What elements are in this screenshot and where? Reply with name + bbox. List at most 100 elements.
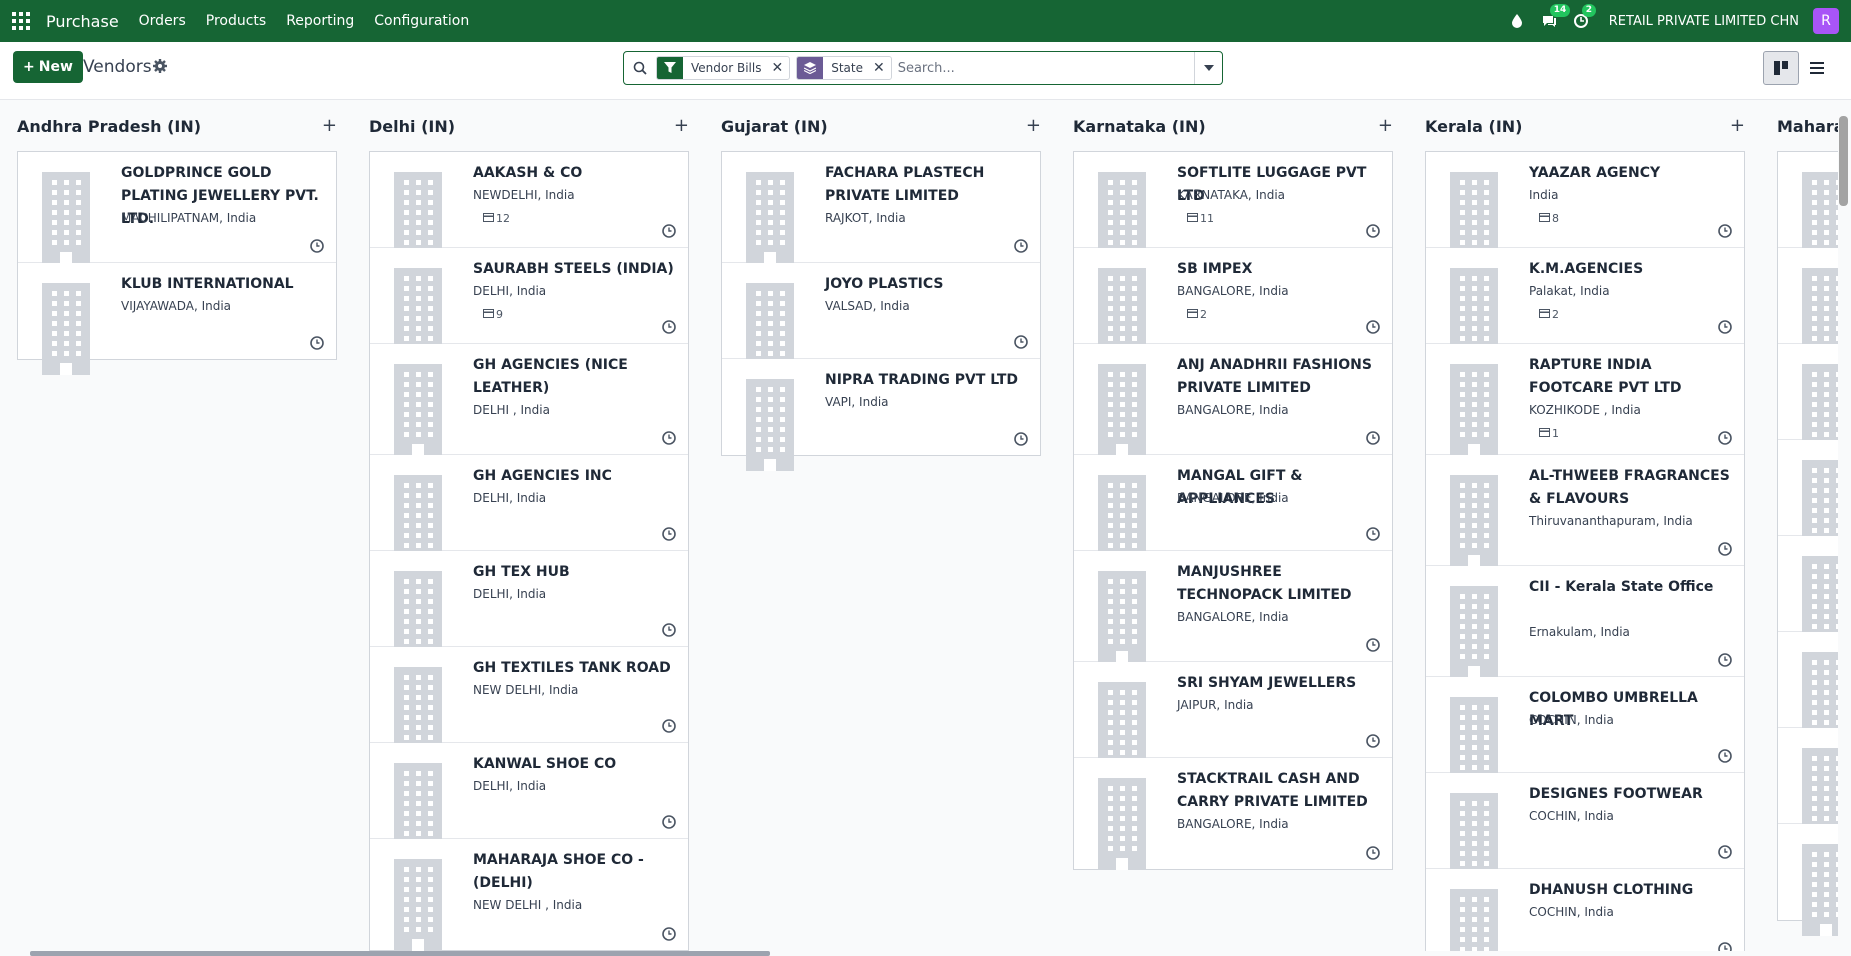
column-header[interactable]: Delhi (IN) + xyxy=(369,115,689,139)
activity-clock-icon[interactable] xyxy=(1718,941,1732,951)
vendor-card[interactable] xyxy=(1778,536,1838,648)
vendor-card[interactable] xyxy=(1778,824,1838,936)
activity-clock-icon[interactable] xyxy=(1366,526,1380,541)
messages-icon[interactable]: 14 xyxy=(1541,4,1571,29)
activity-clock-icon[interactable] xyxy=(662,814,676,829)
quick-create-plus-icon[interactable]: + xyxy=(1378,115,1393,136)
vendor-card[interactable]: SB IMPEX BANGALORE, India 2 xyxy=(1074,248,1392,360)
quick-create-plus-icon[interactable]: + xyxy=(1730,115,1745,136)
vendor-card[interactable]: KANWAL SHOE CO DELHI, India xyxy=(370,743,688,855)
vendor-card[interactable]: COLOMBO UMBRELLA MART COCHIN, India xyxy=(1426,677,1744,789)
kanban-view-icon[interactable] xyxy=(1763,51,1799,85)
activity-clock-icon[interactable] xyxy=(1014,238,1028,253)
vendor-card[interactable]: FACHARA PLASTECH PRIVATE LIMITED RAJKOT, … xyxy=(722,152,1040,264)
vendor-bills-count[interactable]: 9 xyxy=(483,308,503,321)
horizontal-scrollbar[interactable] xyxy=(30,951,770,956)
vendor-card[interactable]: MAHARAJA SHOE CO - (DELHI) NEW DELHI , In… xyxy=(370,839,688,951)
menu-configuration[interactable]: Configuration xyxy=(364,0,479,42)
quick-create-plus-icon[interactable]: + xyxy=(674,115,689,136)
vendor-card[interactable]: JOYO PLASTICS VALSAD, India xyxy=(722,263,1040,375)
vendor-card[interactable]: RAPTURE INDIA FOOTCARE PVT LTD KOZHIKODE … xyxy=(1426,344,1744,456)
vendor-card[interactable] xyxy=(1778,632,1838,744)
search-icon[interactable] xyxy=(624,61,656,75)
vendor-card[interactable]: ANJ ANADHRII FASHIONS PRIVATE LIMITED BAN… xyxy=(1074,344,1392,456)
activity-clock-icon[interactable] xyxy=(1366,319,1380,334)
activities-clock-icon[interactable]: 2 xyxy=(1573,4,1597,29)
activity-clock-icon[interactable] xyxy=(1718,430,1732,445)
activity-clock-icon[interactable] xyxy=(1366,733,1380,748)
vendor-card[interactable] xyxy=(1778,344,1838,456)
activity-clock-icon[interactable] xyxy=(310,238,324,253)
vendor-card[interactable]: GH TEXTILES TANK ROAD NEW DELHI, India xyxy=(370,647,688,759)
app-brand[interactable]: Purchase xyxy=(46,12,119,31)
vendor-card[interactable]: GH AGENCIES INC DELHI, India xyxy=(370,455,688,567)
vendor-card[interactable]: K.M.AGENCIES Palakat, India 2 xyxy=(1426,248,1744,360)
page-title[interactable]: Vendors xyxy=(83,57,152,77)
activity-clock-icon[interactable] xyxy=(662,319,676,334)
activity-clock-icon[interactable] xyxy=(1366,223,1380,238)
column-header[interactable]: Kerala (IN) + xyxy=(1425,115,1745,139)
vendor-card[interactable]: MANGAL GIFT & APPLIANCES BANGALORE, India xyxy=(1074,455,1392,567)
activity-clock-icon[interactable] xyxy=(1014,431,1028,446)
column-header[interactable]: Karnataka (IN) + xyxy=(1073,115,1393,139)
activity-clock-icon[interactable] xyxy=(662,526,676,541)
vendor-card[interactable]: MANJUSHREE TECHNOPACK LIMITED BANGALORE, … xyxy=(1074,551,1392,663)
quick-create-plus-icon[interactable]: + xyxy=(1026,115,1041,136)
chevron-down-icon[interactable] xyxy=(1194,52,1222,84)
column-header[interactable]: Andhra Pradesh (IN) + xyxy=(17,115,337,139)
vendor-card[interactable]: KLUB INTERNATIONAL VIJAYAWADA, India xyxy=(18,263,336,375)
list-view-icon[interactable] xyxy=(1799,51,1835,85)
new-button[interactable]: + New xyxy=(13,51,83,83)
activity-clock-icon[interactable] xyxy=(662,718,676,733)
vendor-card[interactable]: SRI SHYAM JEWELLERS JAIPUR, India xyxy=(1074,662,1392,774)
vendor-bills-count[interactable]: 12 xyxy=(483,212,510,225)
activity-clock-icon[interactable] xyxy=(1014,334,1028,349)
company-switcher[interactable]: RETAIL PRIVATE LIMITED CHN xyxy=(1609,14,1799,29)
search-input[interactable] xyxy=(897,53,1194,83)
activity-clock-icon[interactable] xyxy=(310,335,324,350)
activity-clock-icon[interactable] xyxy=(662,223,676,238)
vendor-card[interactable]: GH AGENCIES (NICE LEATHER) DELHI , India xyxy=(370,344,688,456)
menu-orders[interactable]: Orders xyxy=(129,0,196,42)
vendor-bills-count[interactable]: 11 xyxy=(1187,212,1214,225)
vendor-bills-count[interactable]: 2 xyxy=(1187,308,1207,321)
vendor-card[interactable]: STACKTRAIL CASH AND CARRY PRIVATE LIMITE… xyxy=(1074,758,1392,870)
vendor-bills-count[interactable]: 2 xyxy=(1539,308,1559,321)
quick-create-plus-icon[interactable]: + xyxy=(322,115,337,136)
vendor-card[interactable] xyxy=(1778,152,1838,264)
vendor-card[interactable] xyxy=(1778,728,1838,840)
vendor-card[interactable]: SOFTLITE LUGGAGE PVT LTD KARNATAKA, India… xyxy=(1074,152,1392,264)
vendor-card[interactable] xyxy=(1778,248,1838,360)
gear-icon[interactable] xyxy=(152,58,168,74)
activity-clock-icon[interactable] xyxy=(1718,844,1732,859)
vendor-card[interactable]: AL-THWEEB FRAGRANCES & FLAVOURS Thiruvana… xyxy=(1426,455,1744,567)
vendor-bills-count[interactable]: 8 xyxy=(1539,212,1559,225)
remove-facet-icon[interactable]: ✕ xyxy=(767,60,789,76)
activity-clock-icon[interactable] xyxy=(1718,748,1732,763)
vendor-bills-count[interactable]: 1 xyxy=(1539,427,1559,440)
remove-facet-icon[interactable]: ✕ xyxy=(869,60,891,76)
vendor-card[interactable]: CII - Kerala State Office Ernakulam, Indi… xyxy=(1426,566,1744,678)
activity-clock-icon[interactable] xyxy=(1718,319,1732,334)
vendor-card[interactable]: GH TEX HUB DELHI, India xyxy=(370,551,688,663)
vendor-card[interactable]: GOLDPRINCE GOLD PLATING JEWELLERY PVT. L… xyxy=(18,152,336,264)
activity-clock-icon[interactable] xyxy=(1366,430,1380,445)
column-header[interactable]: Mahara xyxy=(1777,115,1838,139)
activity-clock-icon[interactable] xyxy=(662,926,676,941)
activity-clock-icon[interactable] xyxy=(1718,223,1732,238)
vendor-card[interactable]: DESIGNES FOOTWEAR COCHIN, India xyxy=(1426,773,1744,885)
activity-clock-icon[interactable] xyxy=(1718,652,1732,667)
menu-reporting[interactable]: Reporting xyxy=(276,0,364,42)
vendor-card[interactable]: AAKASH & CO NEWDELHI, India 12 xyxy=(370,152,688,264)
activity-clock-icon[interactable] xyxy=(1366,637,1380,652)
activity-clock-icon[interactable] xyxy=(662,622,676,637)
activity-clock-icon[interactable] xyxy=(1718,541,1732,556)
vendor-card[interactable]: SAURABH STEELS (INDIA) DELHI, India 9 xyxy=(370,248,688,360)
column-header[interactable]: Gujarat (IN) + xyxy=(721,115,1041,139)
vendor-card[interactable] xyxy=(1778,440,1838,552)
activity-clock-icon[interactable] xyxy=(662,430,676,445)
activity-clock-icon[interactable] xyxy=(1366,845,1380,860)
vertical-scrollbar[interactable] xyxy=(1839,116,1848,206)
apps-menu-icon[interactable] xyxy=(2,0,40,42)
vendor-card[interactable]: DHANUSH CLOTHING COCHIN, India xyxy=(1426,869,1744,951)
